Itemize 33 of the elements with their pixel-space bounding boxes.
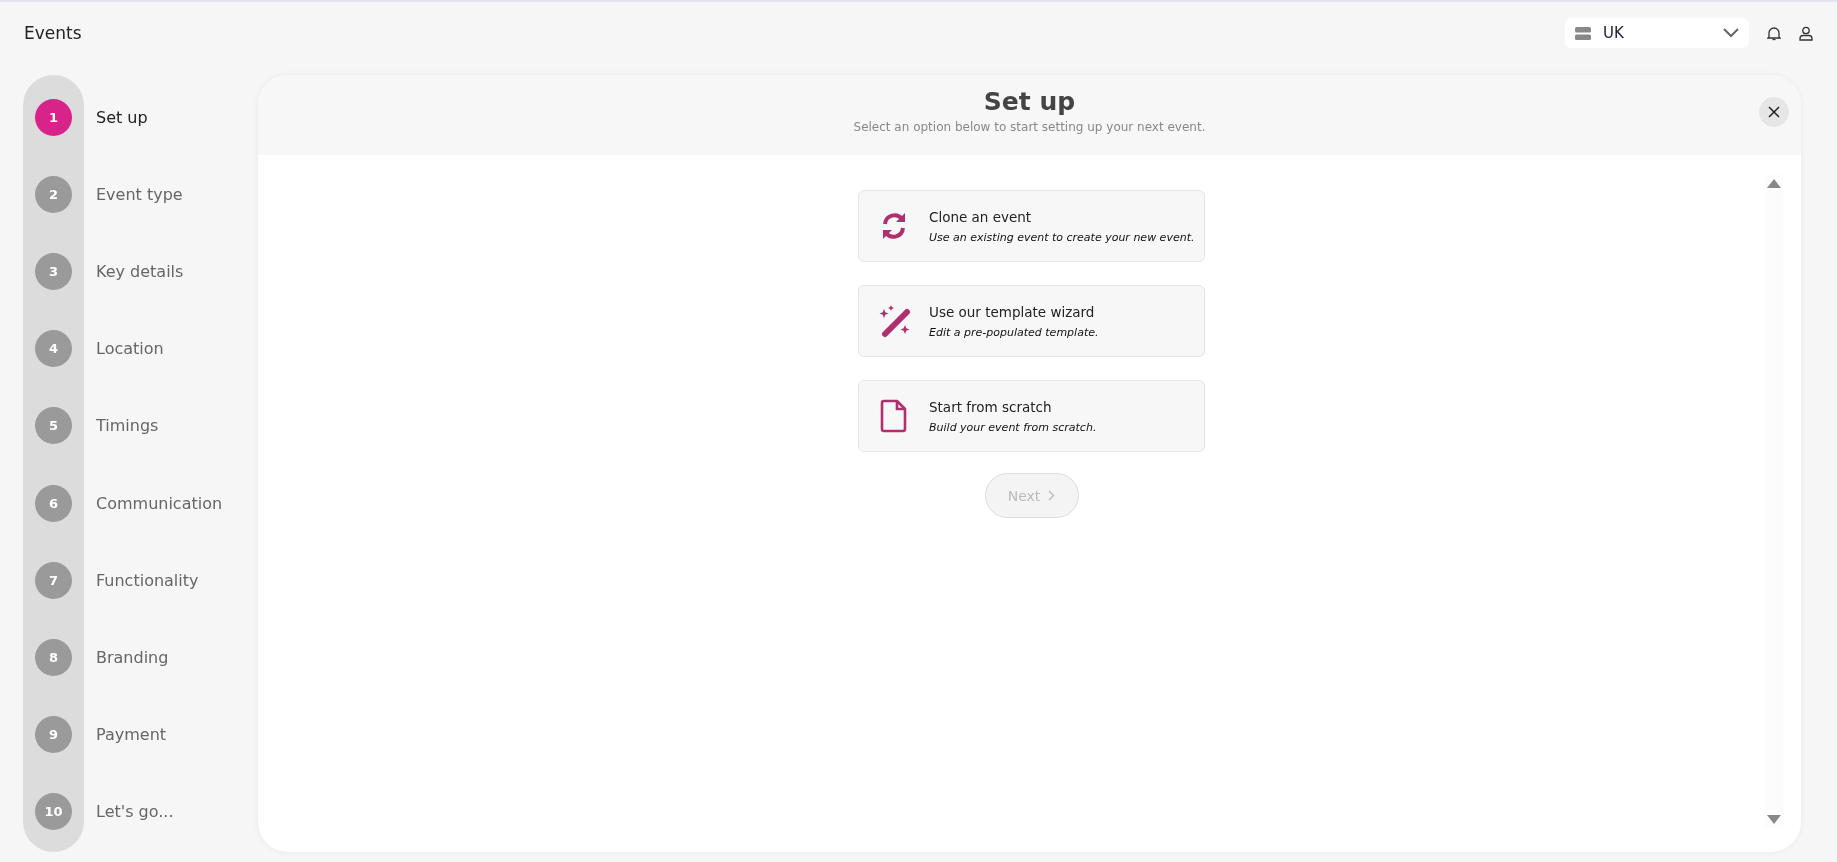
step-label[interactable]: Branding (96, 647, 169, 667)
scroll-down-icon[interactable] (1767, 815, 1781, 824)
option-description: Build your event from scratch. (929, 420, 1097, 434)
close-icon (1768, 106, 1780, 118)
chevron-down-icon (1723, 28, 1739, 38)
panel-title: Set up (983, 87, 1076, 116)
step-label[interactable]: Event type (96, 185, 183, 205)
panel-subtitle: Select an option below to start setting up your next event. (853, 120, 1206, 134)
magic-wand-icon (877, 304, 911, 338)
step-label[interactable]: Functionality (96, 570, 199, 590)
option-description: Edit a pre-populated template. (929, 325, 1099, 339)
region-dropdown[interactable]: UK (1565, 18, 1749, 48)
step-label[interactable]: Communication (96, 493, 223, 513)
option-title: Use our template wizard (929, 303, 1096, 320)
step-label[interactable]: Let's go... (96, 802, 174, 821)
page-title: Events (24, 23, 82, 43)
option-card[interactable]: Use our template wizard Edit a pre-populated template. (858, 285, 1205, 357)
scroll-up-icon[interactable] (1767, 179, 1781, 188)
step-label[interactable]: Timings (96, 416, 159, 436)
close-button[interactable] (1759, 97, 1789, 127)
option-description: Use an existing event to create your new event. (929, 230, 1195, 244)
step-label[interactable]: Set up (96, 108, 148, 127)
option-card[interactable]: Clone an event Use an existing event to create your new event. (858, 190, 1205, 262)
server-icon (1575, 26, 1591, 40)
option-card[interactable]: Start from scratch Build your event from scratch. (858, 380, 1205, 452)
chevron-right-icon (1048, 490, 1056, 501)
user-icon[interactable] (1799, 25, 1813, 41)
option-title: Start from scratch (929, 398, 1053, 415)
option-title: Clone an event (929, 208, 1033, 225)
step-label[interactable]: Location (96, 339, 164, 359)
notifications-icon[interactable] (1767, 25, 1781, 41)
step-label[interactable]: Key details (96, 262, 184, 282)
step-label[interactable]: Payment (96, 724, 167, 744)
